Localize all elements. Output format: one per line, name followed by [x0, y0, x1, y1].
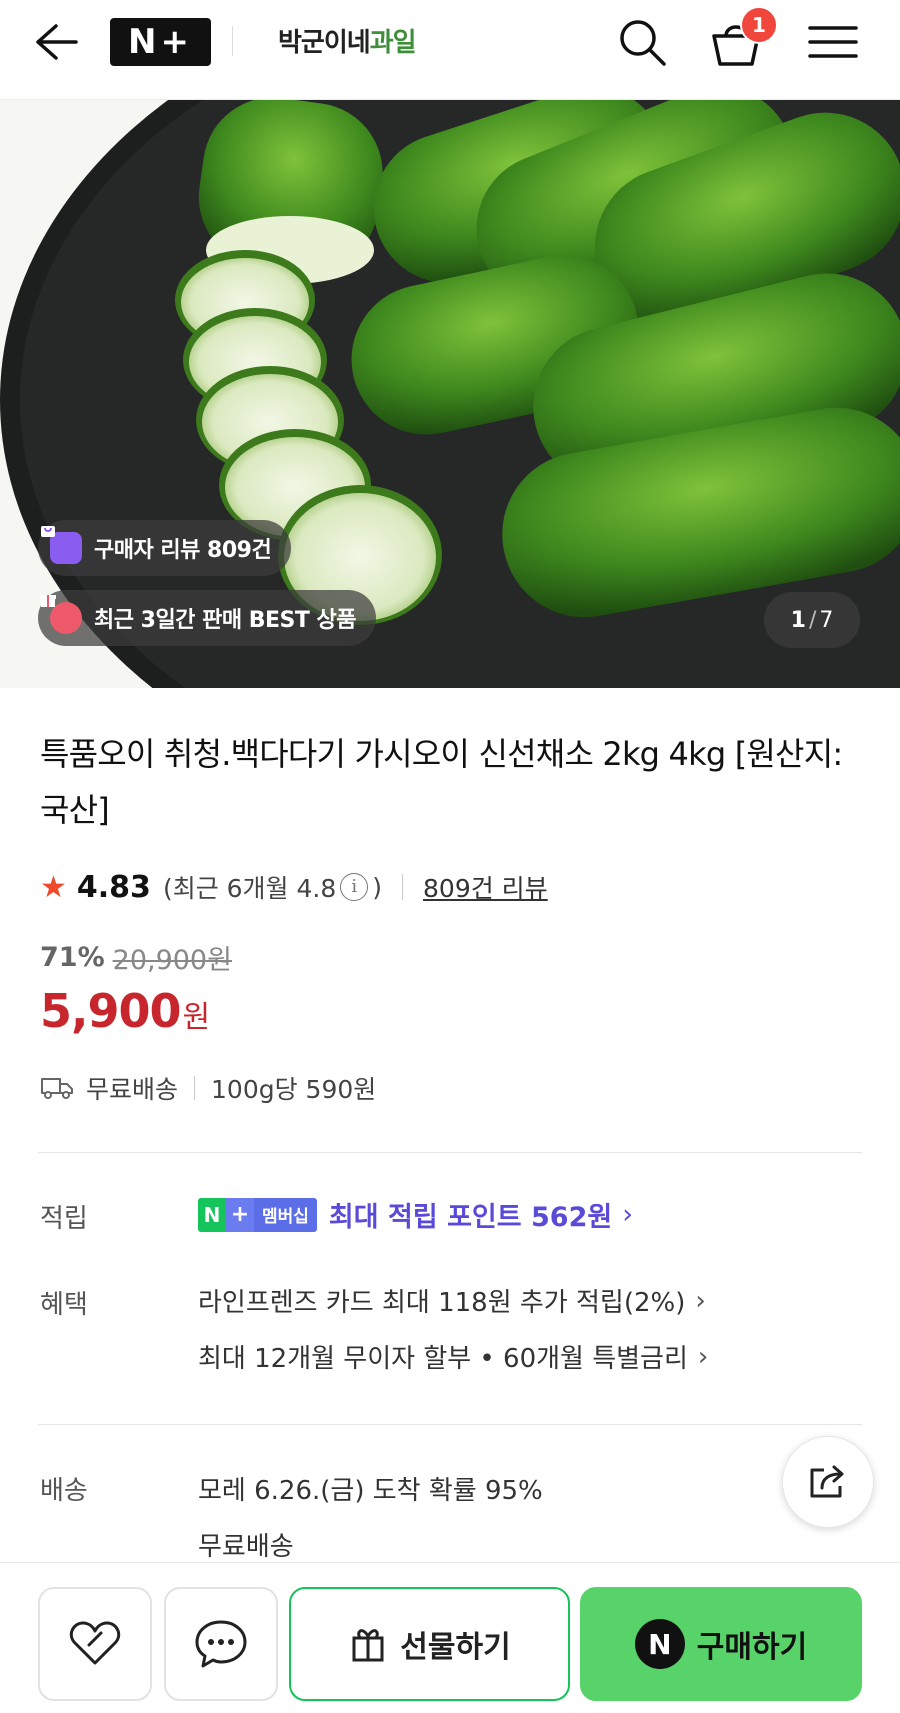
bottom-action-bar: 선물하기 N 구매하기	[0, 1562, 900, 1713]
best-seller-pill: 최근 3일간 판매 BEST 상품	[38, 590, 377, 646]
rating-divider	[402, 874, 404, 900]
review-bag-icon	[41, 526, 82, 564]
section-divider	[38, 1424, 862, 1425]
chevron-right-icon: ›	[697, 1341, 709, 1372]
rating-score: 4.83	[76, 869, 151, 905]
menu-button[interactable]	[806, 18, 860, 66]
counter-current: 1	[790, 607, 806, 633]
recent-rating: (최근 6개월 4.8	[162, 874, 337, 903]
wishlist-button[interactable]	[38, 1587, 152, 1701]
shipping-row: 무료배송 100g당 590원	[40, 1070, 376, 1106]
share-button[interactable]	[782, 1436, 874, 1528]
delivery-eta: 모레 6.26.(금) 도착 확률 95%	[198, 1476, 543, 1506]
chat-bubble-icon	[195, 1620, 247, 1668]
discount-percent: 71%	[40, 942, 105, 973]
hamburger-menu-icon	[808, 26, 858, 58]
chevron-right-icon: ›	[622, 1199, 634, 1230]
review-pill-text: 구매자 리뷰 809건	[94, 538, 272, 563]
product-title: 특품오이 취청.백다다기 가시오이 신선채소 2kg 4kg [원산지:국산]	[40, 735, 843, 829]
chevron-right-icon: ›	[695, 1285, 706, 1316]
price-row: 5,900 원	[40, 984, 210, 1038]
best-pill-text: 최근 3일간 판매 BEST 상품	[94, 608, 357, 633]
star-icon: ★	[40, 869, 67, 905]
installment-benefit-text: 최대 12개월 무이자 할부 • 60개월 특별금리	[198, 1344, 688, 1374]
share-icon	[810, 1465, 844, 1498]
search-icon	[620, 20, 666, 66]
gift-icon	[352, 1629, 384, 1662]
badge-n: N	[198, 1197, 226, 1232]
counter-total: 7	[819, 607, 834, 633]
gift-button[interactable]: 선물하기	[289, 1587, 570, 1701]
counter-separator: /	[808, 607, 817, 633]
search-button[interactable]	[614, 14, 670, 70]
review-count-link[interactable]: 809건 리뷰	[423, 869, 548, 905]
header-divider	[232, 26, 233, 56]
back-button[interactable]	[30, 18, 86, 66]
benefits-label: 혜택	[40, 1290, 88, 1320]
gift-box-icon	[40, 595, 82, 634]
max-points-text: 최대 적립 포인트 562원	[328, 1202, 613, 1233]
cart-count-badge: 1	[740, 6, 778, 44]
points-row[interactable]: N + 멤버십 최대 적립 포인트 562원 ›	[198, 1195, 633, 1234]
gift-button-label: 선물하기	[400, 1630, 511, 1665]
rating-row: ★ 4.83 (최근 6개월 4.8 i ) 809건 리뷰	[40, 864, 548, 910]
heart-icon	[69, 1621, 121, 1665]
buy-button[interactable]: N 구매하기	[580, 1587, 862, 1701]
sale-price: 5,900	[40, 984, 182, 1038]
recent-rating-close: )	[372, 872, 383, 902]
top-header: N+ 박군이네과일 1	[0, 0, 900, 100]
membership-badge: N + 멤버십	[198, 1197, 317, 1232]
store-name[interactable]: 박군이네과일	[278, 22, 417, 59]
price-unit: 원	[182, 1000, 211, 1035]
truck-icon	[41, 1078, 73, 1099]
nplus-logo[interactable]: N+	[110, 18, 211, 66]
card-benefit-text: 라인프렌즈 카드 최대 118원 추가 적립(2%)	[198, 1288, 686, 1318]
naver-pay-logo: N	[634, 1619, 685, 1669]
product-image-carousel[interactable]: 구매자 리뷰 809건 최근 3일간 판매 BEST 상품 1 / 7	[0, 100, 900, 688]
image-counter: 1 / 7	[764, 592, 860, 648]
original-price: 20,900원	[112, 945, 232, 976]
discount-row: 71% 20,900원	[40, 938, 232, 977]
back-arrow-icon	[36, 24, 78, 60]
badge-plus: +	[226, 1197, 254, 1232]
talk-talk-button[interactable]	[164, 1587, 278, 1701]
buyer-review-pill: 구매자 리뷰 809건	[38, 520, 292, 576]
unit-price: 100g당 590원	[211, 1075, 377, 1104]
points-label: 적립	[40, 1204, 88, 1234]
delivery-free-shipping: 무료배송	[198, 1532, 294, 1562]
free-shipping-text: 무료배송	[86, 1075, 179, 1104]
delivery-label: 배송	[40, 1476, 88, 1506]
benefit-installment-row[interactable]: 최대 12개월 무이자 할부 • 60개월 특별금리 ›	[198, 1338, 708, 1375]
info-icon[interactable]: i	[340, 873, 369, 901]
buy-button-label: 구매하기	[696, 1630, 808, 1665]
badge-membership-text: 멤버십	[254, 1197, 317, 1232]
section-divider	[38, 1152, 862, 1153]
product-page: N+ 박군이네과일 1 구매자 리뷰 809건 최근 3일간 판매 BEST 상…	[0, 0, 900, 1713]
shipping-divider	[194, 1076, 196, 1100]
benefit-card-row[interactable]: 라인프렌즈 카드 최대 118원 추가 적립(2%) ›	[198, 1282, 706, 1319]
